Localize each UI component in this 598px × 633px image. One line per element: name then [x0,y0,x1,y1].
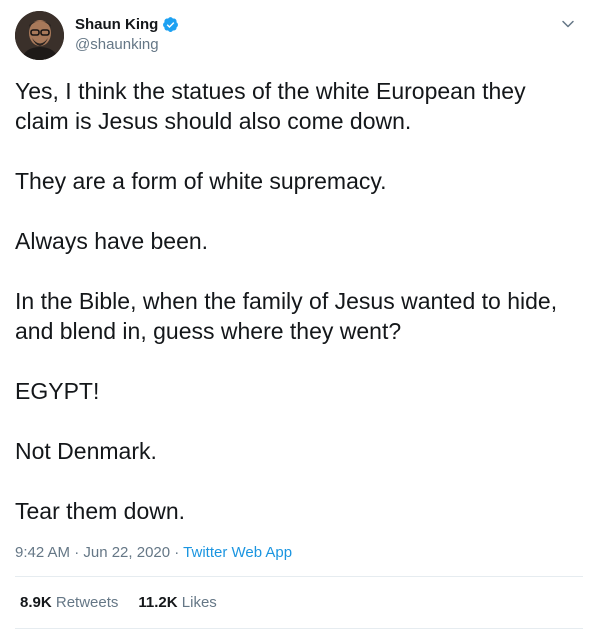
likes-label: Likes [181,594,217,611]
chevron-down-icon[interactable] [558,14,578,34]
tweet-timestamp[interactable]: 9:42 AM · Jun 22, 2020 · [15,544,183,561]
tweet-paragraph: Tear them down. [15,498,186,524]
tweet-paragraph: EGYPT! [15,378,100,404]
tweet-paragraph: They are a form of white supremacy. [15,168,387,194]
likes-count: 11.2K [138,594,178,611]
tweet-card: Shaun King @shaunking Yes, I think the s… [0,0,598,633]
retweets-label: Retweets [55,594,119,611]
tweet-meta: 9:42 AM · Jun 22, 2020 · Twitter Web App [15,543,292,563]
tweet-source-link[interactable]: Twitter Web App [183,544,292,561]
user-names: Shaun King @shaunking [75,15,179,54]
verified-badge-icon [162,16,179,33]
tweet-paragraph: In the Bible, when the family of Jesus w… [15,288,558,344]
retweets-count: 8.9K [20,594,52,611]
tweet-paragraph: Not Denmark. [15,438,157,464]
retweets-stat[interactable]: 8.9K Retweets [20,593,118,613]
tweet-text: Yes, I think the statues of the white Eu… [15,76,585,526]
divider [15,628,583,629]
avatar[interactable] [15,11,64,60]
user-handle[interactable]: @shaunking [75,35,179,54]
tweet-paragraph: Yes, I think the statues of the white Eu… [15,78,526,134]
tweet-paragraph: Always have been. [15,228,209,254]
divider [15,576,583,577]
likes-stat[interactable]: 11.2K Likes [138,593,216,613]
tweet-header: Shaun King @shaunking [15,11,583,61]
tweet-stats: 8.9K Retweets 11.2K Likes [20,593,217,613]
display-name[interactable]: Shaun King [75,15,158,34]
